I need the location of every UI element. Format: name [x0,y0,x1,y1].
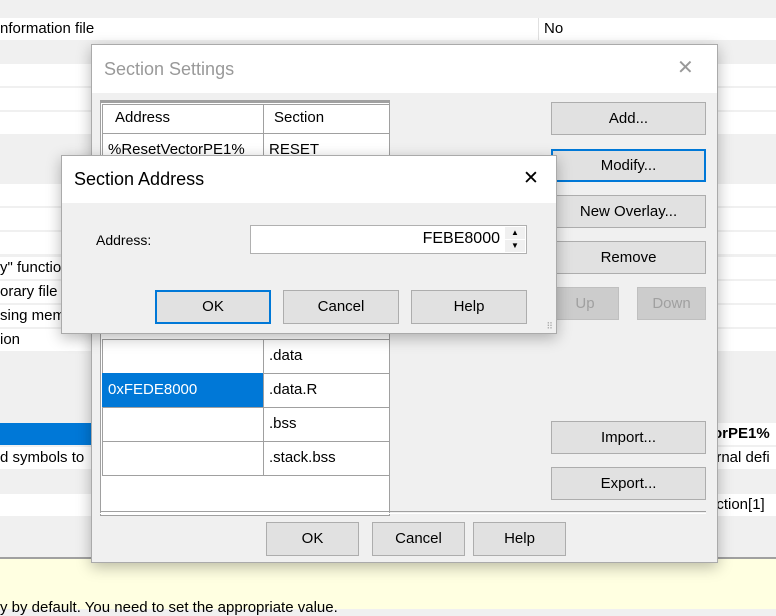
add-button[interactable]: Add... [551,102,706,135]
dialog-title: Section Settings [104,59,235,79]
title-bar: Section Settings ✕ [92,45,717,93]
address-label: Address: [96,232,152,248]
address-cell[interactable] [102,407,264,442]
ok-button[interactable]: OK [155,290,271,324]
remove-button[interactable]: Remove [551,241,706,274]
property-row[interactable]: nformation file No [0,18,776,40]
cancel-button[interactable]: Cancel [372,522,465,556]
property-value: No [544,20,564,37]
section-cell[interactable]: .bss [263,407,390,442]
address-cell-selected[interactable]: 0xFEDE8000 [102,373,264,408]
address-value: FEBE8000 [422,230,500,247]
property-name: y" functio [0,259,62,276]
property-name: sing mem [0,307,66,324]
section-cell[interactable]: .stack.bss [263,441,390,476]
export-button[interactable]: Export... [551,467,706,500]
dialog-title: Section Address [74,169,205,189]
property-name: nformation file [0,20,95,37]
property-name: ion [0,331,21,348]
modify-button[interactable]: Modify... [551,149,706,182]
ok-button[interactable]: OK [266,522,359,556]
spin-down-icon[interactable]: ▼ [505,240,525,252]
help-button[interactable]: Help [411,290,527,324]
spin-up-icon[interactable]: ▲ [505,227,525,239]
column-header-section[interactable]: Section [263,104,390,134]
address-cell[interactable] [102,441,264,476]
separator [100,511,706,514]
section-cell[interactable]: .data.R [263,373,390,408]
help-button[interactable]: Help [473,522,566,556]
close-icon[interactable]: ✕ [523,167,539,190]
property-name: d symbols to [0,449,85,466]
cancel-button[interactable]: Cancel [283,290,399,324]
property-name: orary file [0,283,58,300]
column-header-address[interactable]: Address [102,104,264,134]
section-address-dialog: Section Address ✕ Address: FEBE8000 ▲ ▼ … [61,155,557,334]
description-panel: y by default. You need to set the approp… [0,559,776,616]
section-cell[interactable]: .data [263,339,390,374]
resize-grip-icon[interactable]: ⠿ [546,321,553,332]
import-button[interactable]: Import... [551,421,706,454]
description-text: y by default. You need to set the approp… [0,599,338,616]
address-cell[interactable] [102,339,264,374]
close-icon[interactable]: ✕ [677,55,694,80]
up-button[interactable]: Up [551,287,619,320]
new-overlay-button[interactable]: New Overlay... [551,195,706,228]
address-spin-input[interactable]: FEBE8000 ▲ ▼ [250,225,527,254]
down-button[interactable]: Down [637,287,706,320]
title-bar: Section Address ✕ [62,156,556,203]
